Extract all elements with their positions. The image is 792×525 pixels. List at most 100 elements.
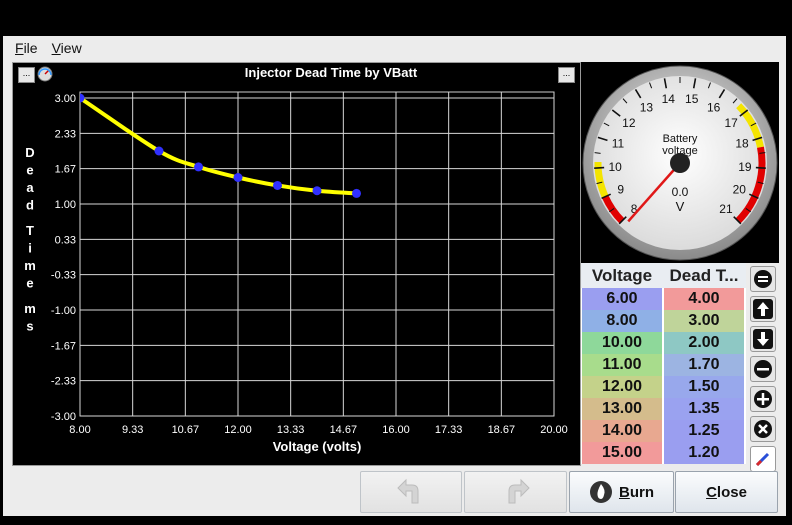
x-tick-label: 17.33: [435, 424, 463, 436]
chart-title: Injector Dead Time by VBatt: [245, 65, 418, 80]
close-button[interactable]: Close: [675, 471, 778, 513]
clear-button[interactable]: [750, 416, 776, 442]
table-row[interactable]: 10.00 2.00: [581, 332, 746, 354]
plus-icon: [754, 390, 772, 408]
battery-voltage-gauge: 8 9 10 11 12 13 14 15 16 17 18 19 20 21 Battery voltage…: [581, 62, 779, 263]
gauge-tick-label: 11: [612, 137, 625, 151]
menu-file[interactable]: File: [13, 40, 40, 56]
pencil-icon: [755, 452, 770, 467]
voltage-cell[interactable]: 15.00: [582, 442, 662, 464]
dead-time-cell[interactable]: 1.25: [664, 420, 744, 442]
x-tick-label: 13.33: [277, 424, 305, 436]
dead-time-cell[interactable]: 4.00: [664, 288, 744, 310]
x-tick-label: 9.33: [122, 424, 143, 436]
data-point[interactable]: [154, 146, 164, 156]
voltage-cell[interactable]: 13.00: [582, 398, 662, 420]
arrow-down-icon: [753, 329, 773, 349]
data-point[interactable]: [273, 180, 282, 190]
data-point[interactable]: [194, 162, 203, 172]
move-up-button[interactable]: [750, 296, 776, 322]
y-tick-label: -3.00: [51, 411, 76, 423]
y-tick-label: -0.33: [51, 270, 76, 282]
table-row[interactable]: 11.00 1.70: [581, 354, 746, 376]
header-voltage[interactable]: Voltage: [581, 263, 663, 288]
redo-button[interactable]: [464, 471, 567, 513]
undo-icon: [397, 478, 419, 504]
voltage-cell[interactable]: 10.00: [582, 332, 662, 354]
y-tick-label: -2.33: [51, 376, 76, 388]
table-header: Voltage Dead T...: [581, 263, 746, 288]
gauge-unit: V: [676, 199, 685, 214]
menu-view[interactable]: View: [50, 40, 84, 56]
gauge-title-line1: Battery: [663, 133, 698, 145]
gauge-tick-label: 20: [733, 183, 747, 197]
data-point[interactable]: [352, 188, 361, 198]
y-tick-label: 0.33: [55, 234, 76, 246]
gauge-tick-label: 19: [738, 160, 752, 174]
x-tick-label: 20.00: [540, 424, 568, 436]
chart-options-button[interactable]: ...: [18, 67, 35, 83]
x-tick-label: 18.67: [488, 424, 516, 436]
gauge-tick: [594, 166, 605, 169]
voltage-cell[interactable]: 8.00: [582, 310, 662, 332]
collapse-button[interactable]: [750, 266, 776, 292]
redo-icon: [508, 478, 530, 504]
burn-button[interactable]: Burn: [569, 471, 674, 513]
dead-time-chart[interactable]: Injector Dead Time by VBatt 8.00 9.33 10.67…: [13, 63, 580, 465]
x-tick-label: 8.00: [69, 424, 90, 436]
add-row-button[interactable]: [750, 386, 776, 412]
x-axis-label: Voltage (volts): [273, 439, 362, 454]
voltage-cell[interactable]: 12.00: [582, 376, 662, 398]
table-row[interactable]: 6.00 4.00: [581, 288, 746, 310]
y-axis-label: Dead Time ms: [24, 145, 36, 334]
y-tick-label: 1.67: [55, 164, 76, 176]
header-dead-time[interactable]: Dead T...: [663, 263, 745, 288]
data-point[interactable]: [312, 186, 322, 196]
data-point[interactable]: [233, 173, 243, 182]
dead-time-cell[interactable]: 3.00: [664, 310, 744, 332]
remove-row-button[interactable]: [750, 356, 776, 382]
menu-bar: File View: [3, 36, 786, 60]
dead-time-cell[interactable]: 1.50: [664, 376, 744, 398]
table-row[interactable]: 15.00 1.20: [581, 442, 746, 464]
bottom-toolbar: Burn Close: [3, 468, 786, 516]
gauge-hub: [670, 153, 690, 173]
y-tick-label: 1.00: [55, 199, 76, 211]
voltage-cell[interactable]: 11.00: [582, 354, 662, 376]
x-tick-label: 16.00: [382, 424, 410, 436]
table-row[interactable]: 12.00 1.50: [581, 376, 746, 398]
chart-menu-button[interactable]: ...: [558, 67, 575, 83]
undo-button[interactable]: [360, 471, 462, 513]
y-tick-label: 3.00: [55, 93, 76, 105]
data-point[interactable]: [76, 93, 85, 103]
gauge-tick-label: 12: [622, 116, 636, 130]
table-row[interactable]: 13.00 1.35: [581, 398, 746, 420]
arrow-up-icon: [753, 299, 773, 319]
x-tick-label: 12.00: [224, 424, 252, 436]
gauge-tick-label: 14: [662, 92, 676, 106]
close-label: Close: [706, 483, 747, 501]
chart-panel[interactable]: Injector Dead Time by VBatt 8.00 9.33 10.67…: [12, 62, 581, 466]
gauge-select-icon[interactable]: [36, 66, 54, 82]
y-tick-label: 2.33: [55, 128, 76, 140]
gauge-tick-label: 13: [640, 100, 654, 114]
voltage-cell[interactable]: 6.00: [582, 288, 662, 310]
gauge-tick: [755, 166, 766, 169]
gauge-tick-label: 18: [735, 137, 749, 151]
table-row[interactable]: 8.00 3.00: [581, 310, 746, 332]
gauge-tick-label: 10: [608, 160, 622, 174]
dead-time-table[interactable]: Voltage Dead T... 6.00 4.00 8.00 3.00 10.00 2…: [581, 263, 746, 464]
y-tick-label: -1.67: [51, 340, 76, 352]
voltage-cell[interactable]: 14.00: [582, 420, 662, 442]
move-down-button[interactable]: [750, 326, 776, 352]
y-tick-label: -1.00: [51, 305, 76, 317]
gauge-tick-label: 17: [724, 116, 738, 130]
x-tick-label: 10.67: [172, 424, 200, 436]
dead-time-cell[interactable]: 1.35: [664, 398, 744, 420]
dead-time-cell[interactable]: 1.70: [664, 354, 744, 376]
minus-circle-icon: [754, 270, 772, 288]
gauge-tick-label: 16: [707, 100, 721, 114]
table-row[interactable]: 14.00 1.25: [581, 420, 746, 442]
dead-time-cell[interactable]: 1.20: [664, 442, 744, 464]
dead-time-cell[interactable]: 2.00: [664, 332, 744, 354]
